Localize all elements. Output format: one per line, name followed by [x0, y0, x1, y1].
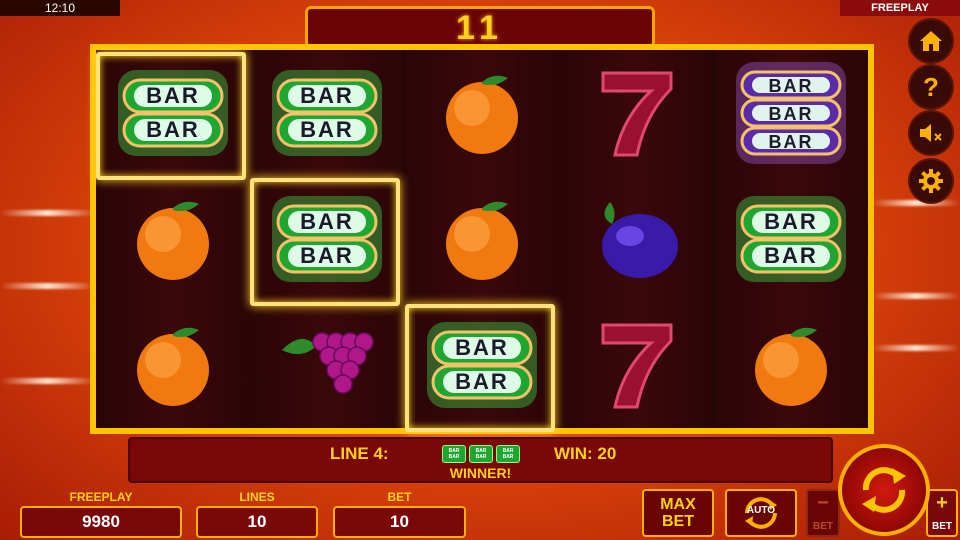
- plus-icon: +: [936, 492, 948, 514]
- svg-text:BAR: BAR: [768, 104, 813, 124]
- light-streak: [872, 345, 960, 351]
- orange-symbol: [405, 176, 559, 302]
- mini-bar-symbol: BAR BAR: [442, 445, 466, 463]
- winning-symbols: BAR BAR BAR BAR BAR BAR: [442, 445, 520, 463]
- line-label: LINE 4:: [330, 444, 389, 463]
- light-streak: [0, 283, 95, 289]
- bar3-symbol: BAR BAR BAR: [714, 50, 868, 176]
- bet-plus-label: BET: [932, 521, 952, 532]
- reel-column: [559, 50, 714, 428]
- lines-title: LINES: [239, 490, 275, 504]
- bet-decrease-button[interactable]: − BET: [806, 489, 840, 537]
- sound-button[interactable]: [910, 112, 952, 154]
- settings-icon: [919, 169, 943, 193]
- home-icon: [920, 31, 942, 51]
- lines-value[interactable]: 10: [196, 506, 318, 538]
- credit-title: FREEPLAY: [69, 490, 133, 504]
- mini-bar-symbol: BAR BAR: [496, 445, 520, 463]
- win-highlight: [404, 304, 555, 432]
- counter-value: 11: [456, 9, 504, 47]
- bar2-symbol: BAR BAR: [714, 176, 868, 302]
- win-info-bar: LINE 4: BAR BAR BAR BAR BAR BAR WIN: 20 WIN…: [128, 437, 833, 483]
- winner-message: WINNER!: [449, 465, 512, 481]
- settings-button[interactable]: [910, 160, 952, 202]
- bet-value[interactable]: 10: [333, 506, 466, 538]
- win-highlight: [250, 178, 401, 306]
- svg-text:BAR: BAR: [764, 243, 818, 268]
- help-icon: ?: [923, 74, 939, 100]
- light-streak: [872, 293, 960, 299]
- help-button[interactable]: ?: [910, 66, 952, 108]
- mini-bar-symbol: BAR BAR: [469, 445, 493, 463]
- reel-column: BAR BAR BAR BAR BAR: [713, 50, 868, 428]
- plum-symbol: [559, 176, 713, 302]
- max-bet-button[interactable]: MAX BET: [642, 489, 714, 537]
- bet-minus-label: BET: [813, 521, 833, 532]
- orange-symbol: [714, 302, 868, 428]
- reels-area: BAR BAR BAR BAR BAR BAR BAR BAR BAR BAR BAR BAR BAR: [96, 50, 868, 432]
- counter-panel: 11: [305, 6, 655, 48]
- svg-text:BAR: BAR: [768, 132, 813, 152]
- minus-icon: −: [817, 492, 829, 514]
- bar2-symbol: BAR BAR: [250, 50, 404, 176]
- grapes-symbol: [250, 302, 404, 428]
- win-highlight: [96, 52, 246, 180]
- bet-increase-button[interactable]: + BET: [926, 489, 958, 537]
- sound-muted-icon: [920, 124, 942, 142]
- max-label: MAX: [660, 496, 696, 513]
- light-streak: [872, 200, 960, 206]
- home-button[interactable]: [910, 20, 952, 62]
- spin-button[interactable]: [838, 444, 930, 536]
- bet-title: BET: [387, 490, 412, 504]
- orange-symbol: [405, 50, 559, 176]
- spin-icon: [862, 467, 906, 513]
- svg-text:?: ?: [923, 74, 939, 100]
- credit-value: 9980: [20, 506, 182, 538]
- svg-text:BAR: BAR: [764, 209, 818, 234]
- orange-symbol: [96, 302, 250, 428]
- autoplay-button[interactable]: AUTO: [725, 489, 797, 537]
- svg-text:BAR: BAR: [301, 117, 355, 142]
- light-streak: [0, 378, 95, 384]
- auto-label: AUTO: [746, 505, 776, 516]
- svg-text:BAR: BAR: [768, 76, 813, 96]
- seven-symbol: [559, 302, 713, 428]
- win-amount: WIN: 20: [554, 444, 617, 463]
- clock: 12:10: [0, 0, 120, 16]
- bet-label: BET: [662, 513, 694, 530]
- svg-text:BAR: BAR: [301, 83, 355, 108]
- mode-badge: FREEPLAY: [840, 0, 960, 16]
- seven-symbol: [559, 50, 713, 176]
- light-streak: [0, 210, 95, 216]
- orange-symbol: [96, 176, 250, 302]
